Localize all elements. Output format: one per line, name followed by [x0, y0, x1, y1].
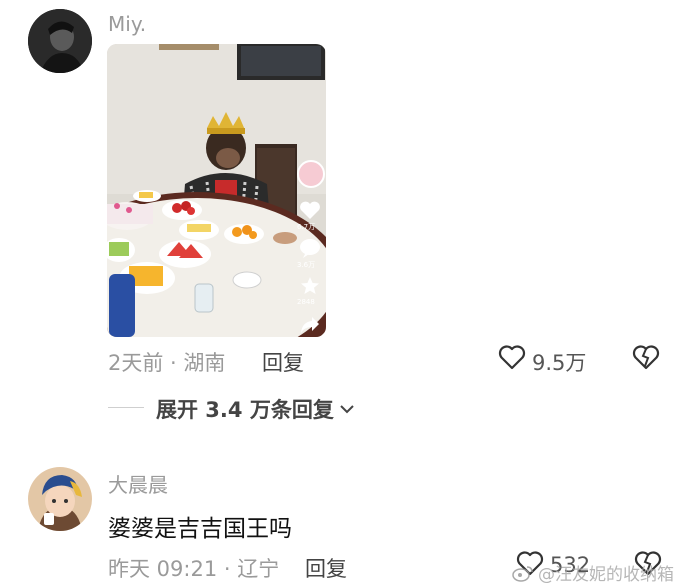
video-comment-icon[interactable] [299, 238, 321, 258]
like-count: 9.5万 [532, 351, 587, 375]
video-favorite-count: 2848 [297, 298, 315, 306]
heart-icon [498, 345, 526, 370]
video-like-icon[interactable] [299, 200, 321, 220]
comment-time-location: 昨天 09:21 · 辽宁 [108, 557, 280, 581]
user-avatar-2[interactable] [28, 467, 92, 531]
video-thumbnail[interactable]: 6.7万 3.6万 2848 [107, 44, 326, 337]
reply-button[interactable]: 回复 [262, 347, 304, 377]
dislike-button[interactable] [632, 344, 660, 370]
video-favorite-icon[interactable] [300, 276, 320, 296]
watermark: @汪友妮的收纳箱 [512, 560, 674, 585]
like-button[interactable] [498, 344, 526, 370]
creator-avatar[interactable] [297, 160, 325, 188]
comment-time-location: 2天前 · 湖南 [108, 351, 226, 375]
video-like-count: 6.7万 [297, 223, 316, 231]
expand-replies-label: 展开 3.4 万条回复 [156, 398, 334, 422]
user-avatar[interactable] [28, 9, 92, 73]
expand-divider [108, 407, 144, 408]
expand-replies-button[interactable]: 展开 3.4 万条回复 [156, 394, 354, 424]
chevron-down-icon [340, 405, 354, 414]
username[interactable]: 大晨晨 [108, 469, 168, 498]
username[interactable]: Miy. [108, 12, 146, 36]
video-scene-image [107, 44, 326, 337]
reply-button[interactable]: 回复 [305, 553, 347, 583]
comment-text: 婆婆是吉吉国王吗 [108, 516, 292, 542]
watermark-text: @汪友妮的收纳箱 [538, 565, 674, 585]
weibo-logo-icon [512, 565, 533, 582]
video-comment-count: 3.6万 [297, 261, 316, 269]
broken-heart-icon [632, 345, 660, 370]
video-share-icon[interactable] [300, 316, 320, 334]
